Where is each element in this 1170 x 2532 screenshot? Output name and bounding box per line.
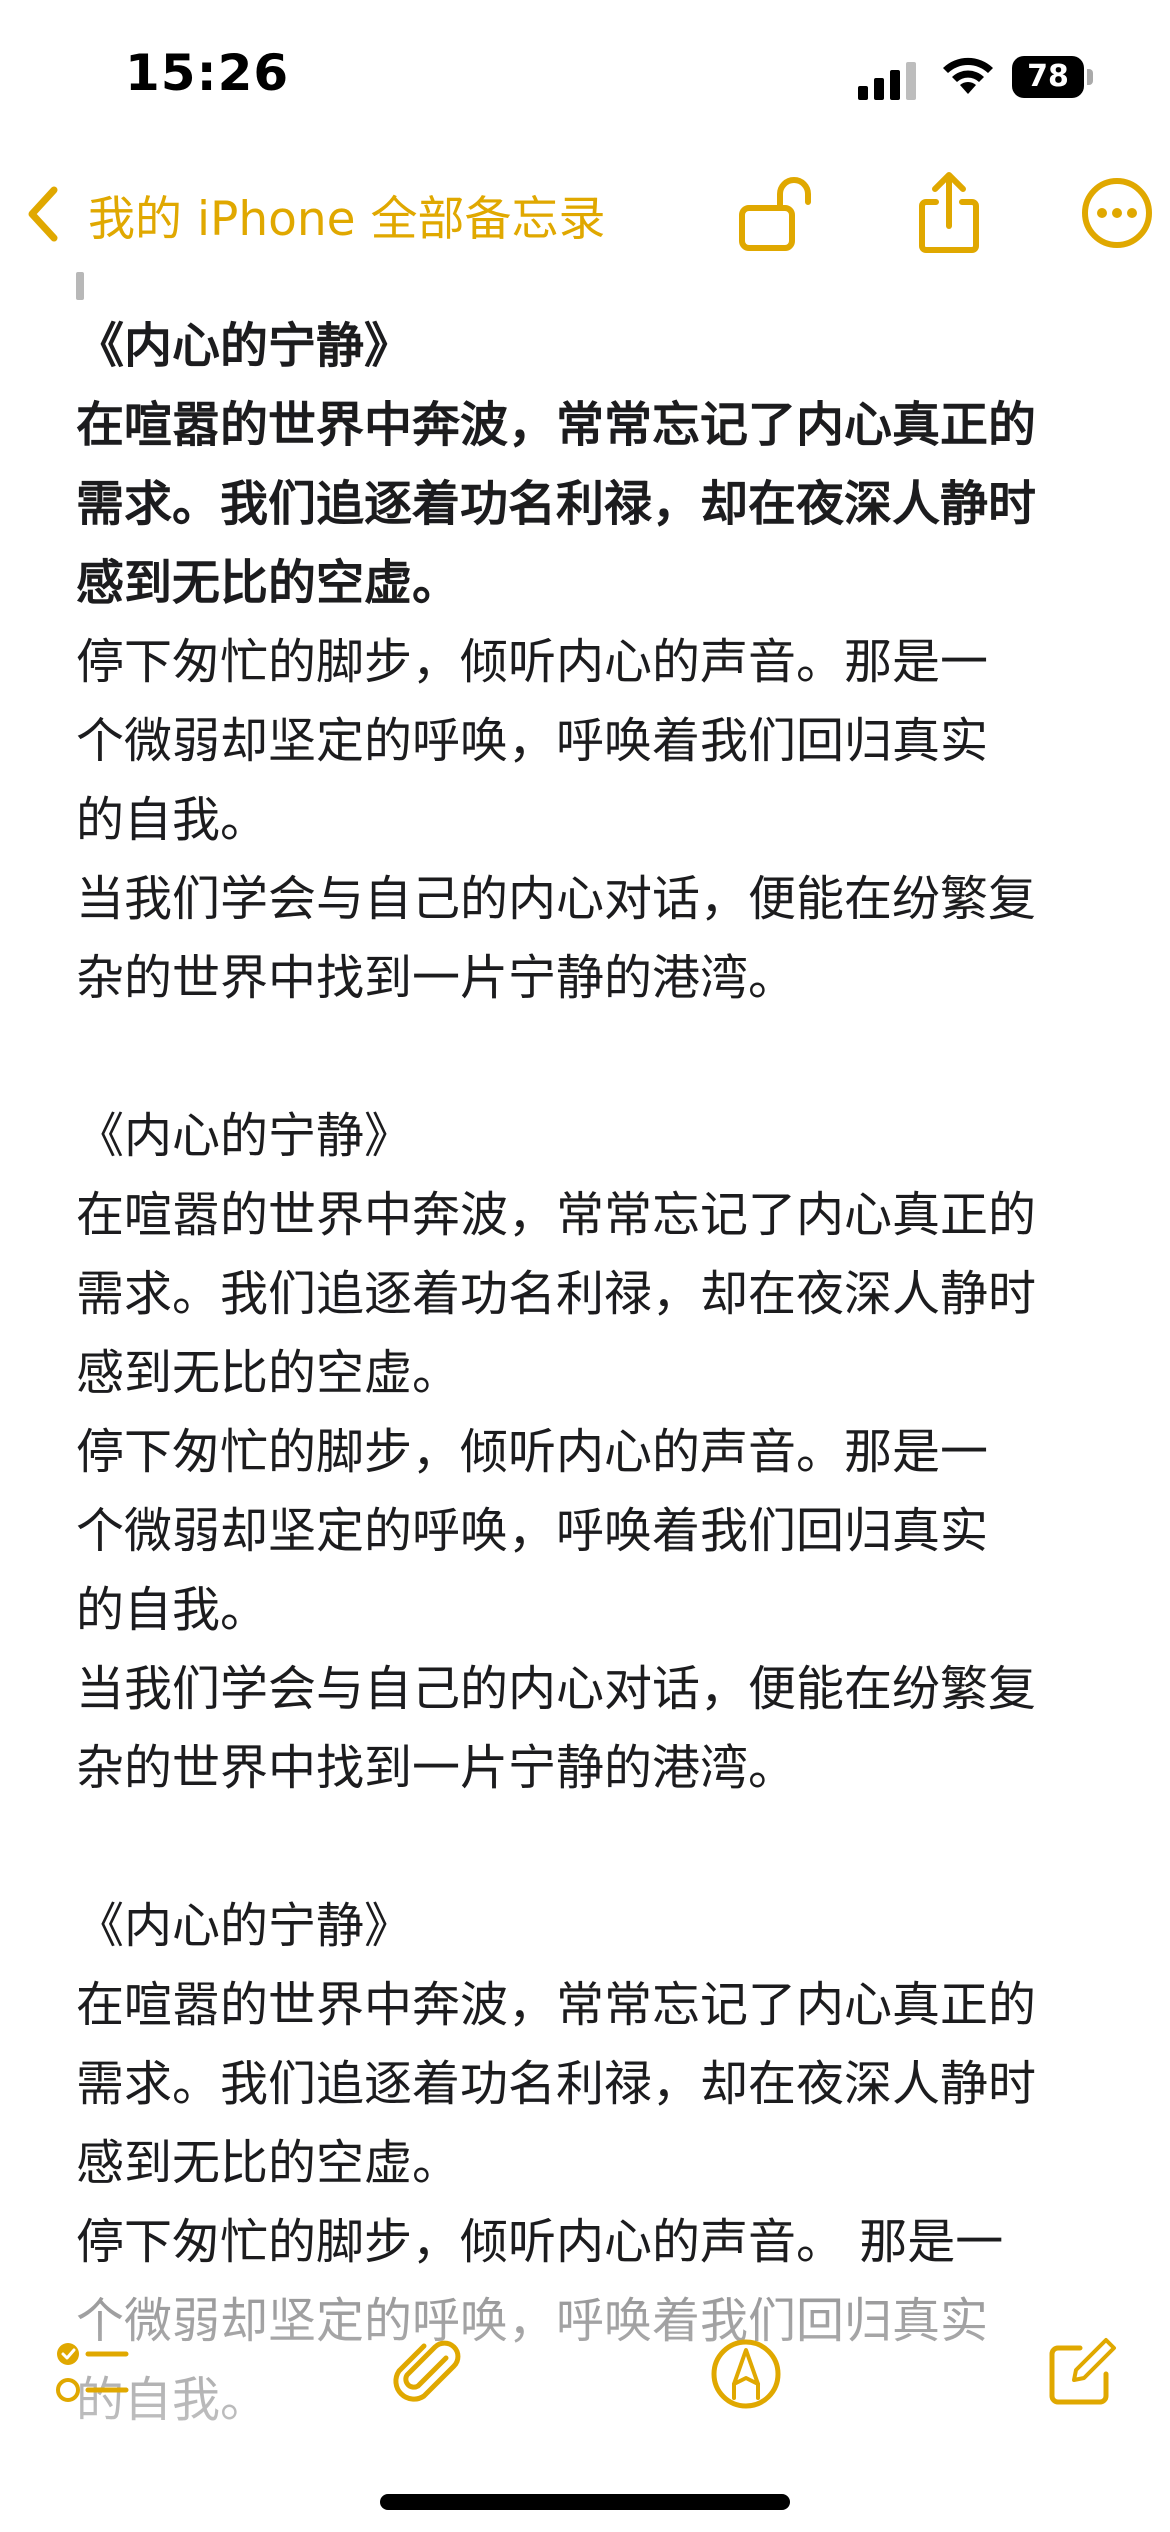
lock-button[interactable] [734,170,820,256]
status-time: 15:26 [125,44,290,102]
share-button[interactable] [906,170,992,256]
note-line: 杂的世界中找到一片宁静的港湾。 [76,950,797,1006]
checklist-icon [56,2343,129,2402]
markup-button[interactable] [706,2334,786,2414]
home-indicator[interactable] [380,2494,790,2510]
text-cursor-marker [76,272,84,300]
note-line: 需求。我们追逐着功名利禄，却在夜深人静时 [76,2056,1037,2112]
note-line: 当我们学会与自己的内心对话，便能在纷繁复 [76,1661,1037,1717]
checklist-button[interactable] [52,2334,132,2414]
attach-button[interactable] [388,2334,468,2414]
note-body[interactable]: 《内心的宁静》 在喧嚣的世界中奔波，常常忘记了内心真正的 需求。我们追逐着功名利… [76,307,1106,2440]
share-icon [919,172,979,253]
note-line: 停下匆忙的脚步，倾听内心的声音。那是一 [76,1424,989,1480]
wifi-icon [943,57,993,94]
compose-icon [1049,2338,1116,2405]
note-line: 的自我。 [76,1582,269,1638]
note-title: 《内心的宁静》 [76,1898,413,1954]
note-line: 在喧嚣的世界中奔波，常常忘记了内心真正的 [76,1187,1037,1243]
pen-circle-icon [711,2339,781,2409]
note-line: 个微弱却坚定的呼唤，呼唤着我们回归真实 [76,713,989,769]
status-bar: 15:26 78 [0,0,1170,150]
note-title: 《内心的宁静》 [76,1108,413,1164]
note-line: 当我们学会与自己的内心对话，便能在纷繁复 [76,871,1037,927]
back-label: 我的 iPhone 全部备忘录 [88,191,606,247]
more-button[interactable] [1074,170,1160,256]
battery-cap [1087,69,1093,85]
ellipsis-circle-icon [1082,178,1152,248]
note-line: 在喧嚣的世界中奔波，常常忘记了内心真正的 [76,397,1037,453]
back-button[interactable]: 我的 iPhone 全部备忘录 [22,174,606,254]
note-line: 个微弱却坚定的呼唤，呼唤着我们回归真实 [76,2293,989,2349]
cellular-signal-icon [858,62,916,100]
note-line: 杂的世界中找到一片宁静的港湾。 [76,1740,797,1796]
chevron-left-icon [28,186,58,242]
note-line: 感到无比的空虚。 [76,555,461,611]
battery-level: 78 [1012,56,1084,98]
compose-button[interactable] [1040,2334,1120,2414]
battery-icon: 78 [1012,56,1094,98]
note-line: 感到无比的空虚。 [76,2135,461,2191]
note-line: 个微弱却坚定的呼唤，呼唤着我们回归真实 [76,1503,989,1559]
note-line: 感到无比的空虚。 [76,1345,461,1401]
note-line: 的自我。 [76,792,269,848]
nav-bar: 我的 iPhone 全部备忘录 [0,160,1170,270]
note-line: 需求。我们追逐着功名利禄，却在夜深人静时 [76,1266,1037,1322]
note-line: 的自我。 [76,2372,269,2428]
note-line: 停下匆忙的脚步，倾听内心的声音。 那是一 [76,2214,1004,2270]
note-title: 《内心的宁静》 [76,318,413,374]
unlock-icon [739,177,811,251]
note-line: 在喧嚣的世界中奔波，常常忘记了内心真正的 [76,1977,1037,2033]
paperclip-icon [393,2340,461,2402]
note-line: 需求。我们追逐着功名利禄，却在夜深人静时 [76,476,1037,532]
note-line: 停下匆忙的脚步，倾听内心的声音。那是一 [76,634,989,690]
